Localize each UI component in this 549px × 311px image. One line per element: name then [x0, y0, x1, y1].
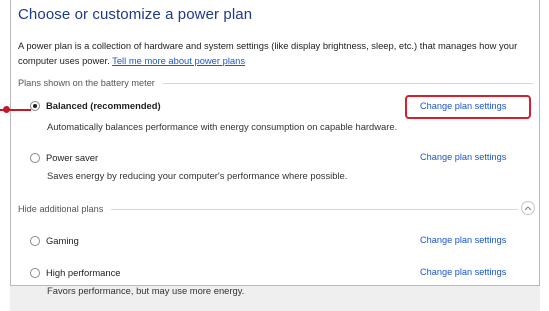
plan-name: Power saver — [46, 152, 99, 163]
page-title: Choose or customize a power plan — [18, 6, 253, 23]
radio-button-icon[interactable] — [30, 152, 40, 163]
highlight-annotation — [405, 95, 531, 119]
group-divider — [162, 82, 533, 84]
plan-description: Saves energy by reducing your computer's… — [47, 170, 348, 181]
group-label: Hide additional plans — [18, 204, 104, 214]
plan-description: Automatically balances performance with … — [47, 121, 398, 132]
plan-name: Gaming — [46, 235, 79, 246]
plan-name: High performance — [46, 267, 121, 278]
description-text: A power plan is a collection of hardware… — [18, 40, 518, 66]
plan-power-saver[interactable]: Power saver — [30, 152, 98, 163]
page-description: A power plan is a collection of hardware… — [18, 38, 533, 68]
group-header-additional-plans[interactable]: Hide additional plans — [18, 204, 518, 214]
group-divider — [111, 208, 518, 210]
plan-balanced[interactable]: Balanced (recommended) — [30, 100, 161, 111]
group-label: Plans shown on the battery meter — [18, 78, 155, 88]
change-plan-settings-link[interactable]: Change plan settings — [420, 267, 506, 277]
plan-description: Favors performance, but may use more ene… — [47, 285, 245, 296]
callout-dot — [3, 106, 10, 113]
radio-button-icon[interactable] — [30, 267, 40, 278]
change-plan-settings-link[interactable]: Change plan settings — [420, 152, 506, 162]
radio-button-icon[interactable] — [30, 235, 40, 246]
plan-high-performance[interactable]: High performance — [30, 267, 121, 278]
plan-name: Balanced (recommended) — [46, 100, 161, 111]
group-header-battery-meter: Plans shown on the battery meter — [18, 78, 533, 88]
change-plan-settings-link[interactable]: Change plan settings — [420, 235, 506, 245]
chevron-up-icon[interactable] — [521, 201, 535, 215]
plan-gaming[interactable]: Gaming — [30, 235, 79, 246]
radio-button-icon[interactable] — [30, 100, 40, 111]
learn-more-link[interactable]: Tell me more about power plans — [112, 55, 245, 66]
